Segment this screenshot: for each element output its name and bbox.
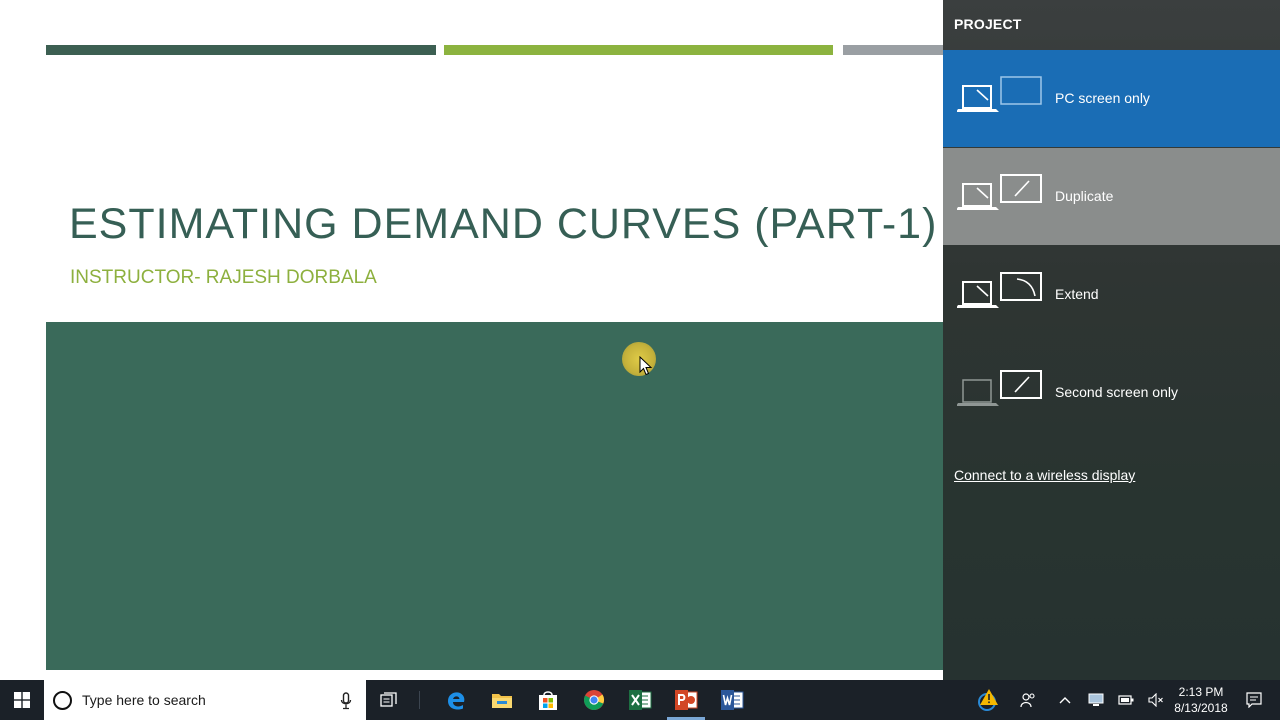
store-icon [539, 691, 557, 710]
powerpoint-icon [675, 690, 698, 710]
project-option-extend[interactable]: Extend [943, 246, 1280, 343]
store-button[interactable] [525, 680, 571, 720]
file-explorer-button[interactable] [479, 680, 525, 720]
task-view-button[interactable] [366, 680, 412, 720]
action-center-button[interactable] [1234, 680, 1274, 720]
mouse-cursor-icon [639, 356, 653, 376]
pc-screen-only-icon [957, 76, 1042, 112]
volume-muted-icon [1148, 693, 1163, 707]
edge-button[interactable] [433, 680, 479, 720]
duplicate-icon [957, 174, 1042, 210]
screen: ESTIMATING DEMAND CURVES (PART-1) INSTRU… [0, 0, 1280, 720]
project-option-second-screen-only[interactable]: Second screen only [943, 344, 1280, 441]
project-option-pc-screen-only[interactable]: PC screen only [943, 50, 1280, 147]
project-option-label: Extend [1055, 286, 1099, 302]
file-explorer-icon [492, 694, 512, 708]
clock-date: 8/13/2018 [1174, 701, 1228, 715]
slide-content-panel [46, 322, 943, 670]
tray-clock[interactable]: 2:13 PM 8/13/2018 [1170, 684, 1232, 716]
clock-time: 2:13 PM [1178, 685, 1224, 699]
search-placeholder: Type here to search [82, 692, 206, 708]
excel-button[interactable] [617, 680, 663, 720]
project-option-label: Duplicate [1055, 188, 1114, 204]
people-icon [1020, 693, 1035, 708]
slide-title: ESTIMATING DEMAND CURVES (PART-1) [69, 200, 938, 248]
tray-battery[interactable] [1110, 680, 1142, 720]
chrome-button[interactable] [571, 680, 617, 720]
chrome-icon [584, 690, 605, 710]
slide-accent-bar-green [444, 45, 833, 55]
notifications-icon [1246, 692, 1262, 708]
excel-icon [629, 690, 652, 710]
tray-people[interactable] [1010, 680, 1046, 720]
taskbar: Type here to search 2:13 PM 8/13/2018 [0, 680, 1280, 720]
task-view-icon [380, 692, 397, 707]
microphone-icon[interactable] [340, 692, 352, 710]
slide-accent-bar-gray [843, 45, 943, 55]
taskbar-search-box[interactable]: Type here to search [44, 680, 366, 720]
powerpoint-button[interactable] [663, 680, 709, 720]
edge-icon [448, 692, 465, 710]
project-heading: PROJECT [954, 16, 1022, 32]
word-icon [721, 690, 744, 710]
tray-volume[interactable] [1140, 680, 1172, 720]
tray-update-warning[interactable] [968, 680, 1008, 720]
start-button[interactable] [0, 680, 44, 720]
slide-accent-bar-dark [46, 45, 436, 55]
battery-icon [1118, 695, 1134, 705]
windows-logo-icon [14, 692, 30, 708]
tray-show-hidden[interactable] [1048, 680, 1082, 720]
network-icon [1088, 693, 1104, 706]
taskbar-divider [412, 680, 426, 720]
extend-icon [957, 272, 1042, 308]
project-panel: PROJECT PC screen only Duplicate Extend … [943, 0, 1280, 680]
cortana-icon [53, 691, 72, 710]
network-warning-icon [978, 689, 998, 711]
project-option-label: Second screen only [1055, 384, 1178, 400]
word-button[interactable] [709, 680, 755, 720]
project-option-duplicate[interactable]: Duplicate [943, 148, 1280, 245]
slide-subtitle: INSTRUCTOR- RAJESH DORBALA [70, 267, 377, 288]
tray-network[interactable] [1080, 680, 1112, 720]
slide: ESTIMATING DEMAND CURVES (PART-1) INSTRU… [0, 0, 943, 680]
chevron-up-icon [1059, 697, 1071, 704]
connect-wireless-display-link[interactable]: Connect to a wireless display [954, 467, 1135, 483]
second-screen-only-icon [957, 370, 1042, 406]
project-option-label: PC screen only [1055, 90, 1150, 106]
